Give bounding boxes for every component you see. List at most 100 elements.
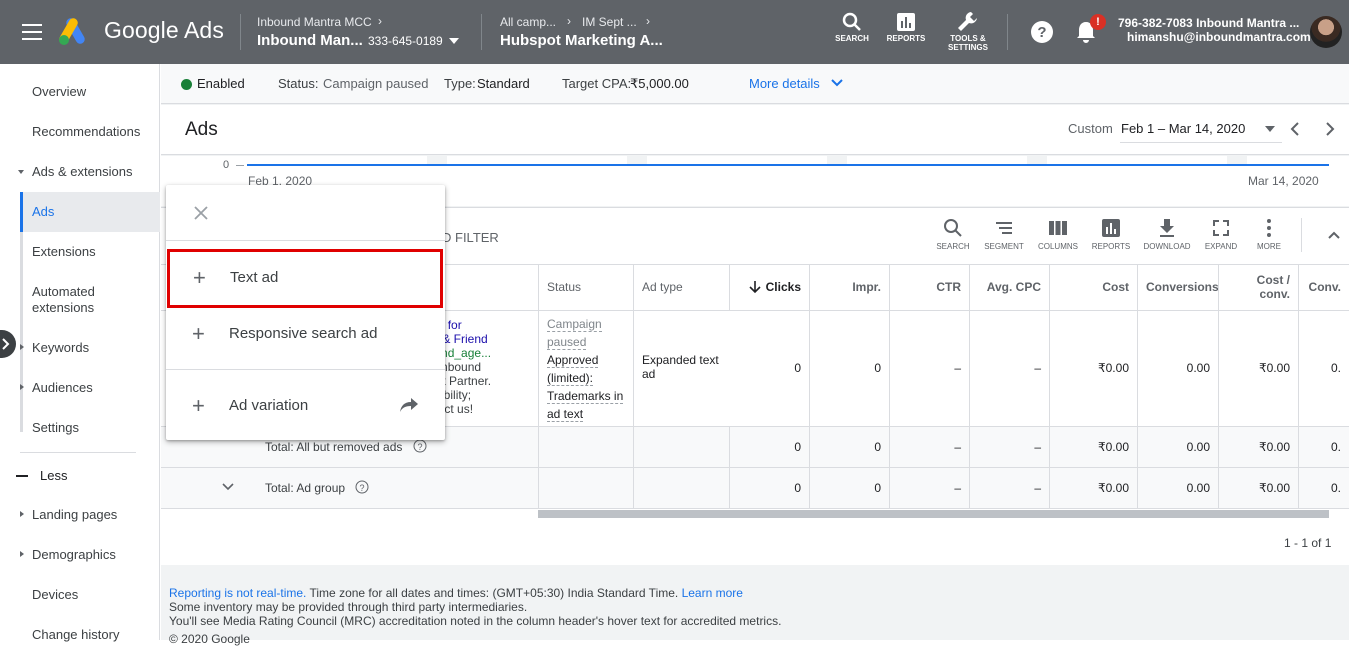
divider (1007, 14, 1008, 50)
next-period-icon[interactable] (1323, 121, 1337, 137)
account-parent[interactable]: Inbound Mantra MCC (257, 15, 372, 29)
columns-tool[interactable]: COLUMNS (1034, 218, 1082, 251)
realtime-link[interactable]: Reporting is not real-time. (169, 586, 306, 600)
sidebar-item-ads[interactable]: Ads (32, 204, 54, 219)
help-outline-icon[interactable]: ? (355, 480, 369, 494)
avatar[interactable] (1310, 16, 1342, 48)
sidebar-item-keywords[interactable]: Keywords (19, 340, 89, 355)
type-value: Standard (477, 76, 530, 91)
ad-type-line2: ad (642, 367, 656, 381)
notification-badge: ! (1090, 14, 1106, 30)
expand-tool[interactable]: EXPAND (1197, 218, 1245, 251)
help-outline-icon[interactable]: ? (413, 439, 427, 453)
col-ctr[interactable]: CTR (890, 264, 970, 310)
row2-conversions: 0.00 (1138, 427, 1219, 467)
menu-item-text-ad[interactable]: + Text ad (167, 249, 443, 308)
row1-avg-cpc: – (970, 310, 1050, 426)
more-details-link[interactable]: More details (749, 76, 820, 91)
segment-tool[interactable]: SEGMENT (980, 218, 1028, 251)
reports-tool-label: REPORTS (886, 34, 926, 43)
sidebar-item-landing-pages[interactable]: Landing pages (19, 507, 117, 522)
account-name[interactable]: Inbound Man... (257, 32, 363, 49)
row2-impressions: 0 (810, 427, 890, 467)
account-id: 333-645-0189 (368, 34, 443, 48)
col-conversions[interactable]: Conversions (1138, 264, 1219, 310)
horizontal-scrollbar[interactable] (538, 510, 1329, 518)
table-search-tool[interactable]: SEARCH (929, 218, 977, 251)
sidebar-item-devices[interactable]: Devices (32, 587, 78, 602)
row3-conv: 0. (1330, 481, 1341, 495)
breadcrumb-campaign[interactable]: IM Sept ... (582, 15, 637, 29)
footer: Reporting is not real-time. Time zone fo… (161, 566, 1349, 646)
col-impressions[interactable]: Impr. (810, 264, 890, 310)
table-reports-tool[interactable]: REPORTS (1087, 218, 1135, 251)
download-tool[interactable]: DOWNLOAD (1143, 218, 1191, 251)
row3-cost: ₹0.00 (1050, 468, 1138, 508)
dropdown-arrow-icon[interactable] (449, 38, 459, 44)
sidebar-item-ads-extensions[interactable]: Ads & extensions (17, 164, 132, 179)
col-ad-type[interactable]: Ad type (634, 264, 730, 310)
col-cost-per-conv[interactable]: Cost / conv. (1219, 264, 1299, 310)
sidebar-item-overview[interactable]: Overview (32, 84, 86, 99)
sidebar-item-settings[interactable]: Settings (32, 420, 79, 435)
add-filter-label[interactable]: D FILTER (442, 230, 499, 245)
status-trademarks[interactable]: Trademarks in (547, 389, 624, 404)
col-clicks[interactable]: Clicks (730, 264, 810, 310)
status-approved[interactable]: Approved (547, 353, 599, 368)
menu-item-responsive-search-ad[interactable]: + Responsive search ad (166, 306, 445, 362)
sidebar-item-extensions[interactable]: Extensions (32, 244, 96, 259)
status-limited[interactable]: (limited): (547, 371, 594, 386)
sidebar-item-recommendations[interactable]: Recommendations (32, 124, 140, 139)
learn-more-link[interactable]: Learn more (682, 586, 743, 600)
sidebar-item-automated-extensions[interactable]: extensions (32, 300, 94, 315)
tools-settings-tool[interactable]: TOOLS & SETTINGS (944, 10, 992, 52)
more-tool[interactable]: MORE (1245, 218, 1293, 251)
status-campaign-paused-2[interactable]: paused (547, 335, 587, 350)
expand-tool-label: EXPAND (1204, 242, 1238, 251)
expand-nav-button[interactable] (0, 330, 16, 358)
search-tool[interactable]: SEARCH (834, 12, 870, 43)
enabled-dot-icon (181, 79, 192, 90)
row1-clicks: 0 (730, 310, 810, 426)
divider (240, 14, 241, 50)
chart-y-tick: 0 (223, 159, 230, 171)
col-status[interactable]: Status (538, 264, 634, 310)
sidebar-item-automated[interactable]: Automated (32, 284, 95, 299)
row1-impressions: 0 (810, 310, 890, 426)
chevron-down-icon[interactable] (831, 79, 843, 87)
footer-line3: You'll see Media Rating Council (MRC) ac… (169, 614, 782, 628)
status-ad-text[interactable]: ad text (547, 407, 584, 422)
col-avg-cpc[interactable]: Avg. CPC (970, 264, 1050, 310)
collapse-icon[interactable] (1327, 230, 1341, 240)
date-range-selector[interactable]: Feb 1 – Mar 14, 2020 (1120, 115, 1282, 143)
search-tool-label: SEARCH (936, 242, 970, 251)
chevron-down-icon[interactable] (221, 482, 235, 492)
previous-period-icon[interactable] (1288, 121, 1302, 137)
close-icon[interactable] (194, 206, 208, 220)
more-vert-icon (1267, 219, 1271, 237)
row3-impressions: 0 (810, 468, 890, 508)
row2-cost-per-conv: ₹0.00 (1219, 427, 1299, 467)
sidebar-less-toggle[interactable]: Less (40, 468, 67, 483)
status-campaign-paused[interactable]: Campaign (547, 317, 602, 332)
divider (166, 369, 445, 370)
sidebar-item-demographics[interactable]: Demographics (20, 547, 116, 562)
row2-status (538, 427, 634, 467)
breadcrumb-ad-group[interactable]: Hubspot Marketing A... (500, 32, 663, 49)
svg-text:?: ? (417, 442, 422, 452)
menu-icon[interactable] (22, 24, 42, 40)
status-value: Campaign paused (323, 76, 429, 91)
col-cost[interactable]: Cost (1050, 264, 1138, 310)
enabled-status[interactable]: Enabled (197, 76, 245, 91)
col-conv-value[interactable]: Conv. (1299, 264, 1349, 310)
row2-conv: 0. (1330, 440, 1341, 454)
menu-item-ad-variation[interactable]: + Ad variation (166, 378, 445, 434)
breadcrumb-all-campaigns[interactable]: All camp... (500, 15, 556, 29)
sidebar-item-audiences[interactable]: Audiences (20, 380, 93, 395)
reports-tool[interactable]: REPORTS (886, 12, 926, 43)
row2-clicks: 0 (730, 427, 810, 467)
row2-avg-cpc: – (970, 427, 1050, 467)
chevron-right-icon: › (567, 14, 571, 28)
col-cost-per-conv-line2: conv. (1259, 287, 1290, 301)
help-icon[interactable]: ? (1030, 20, 1054, 44)
